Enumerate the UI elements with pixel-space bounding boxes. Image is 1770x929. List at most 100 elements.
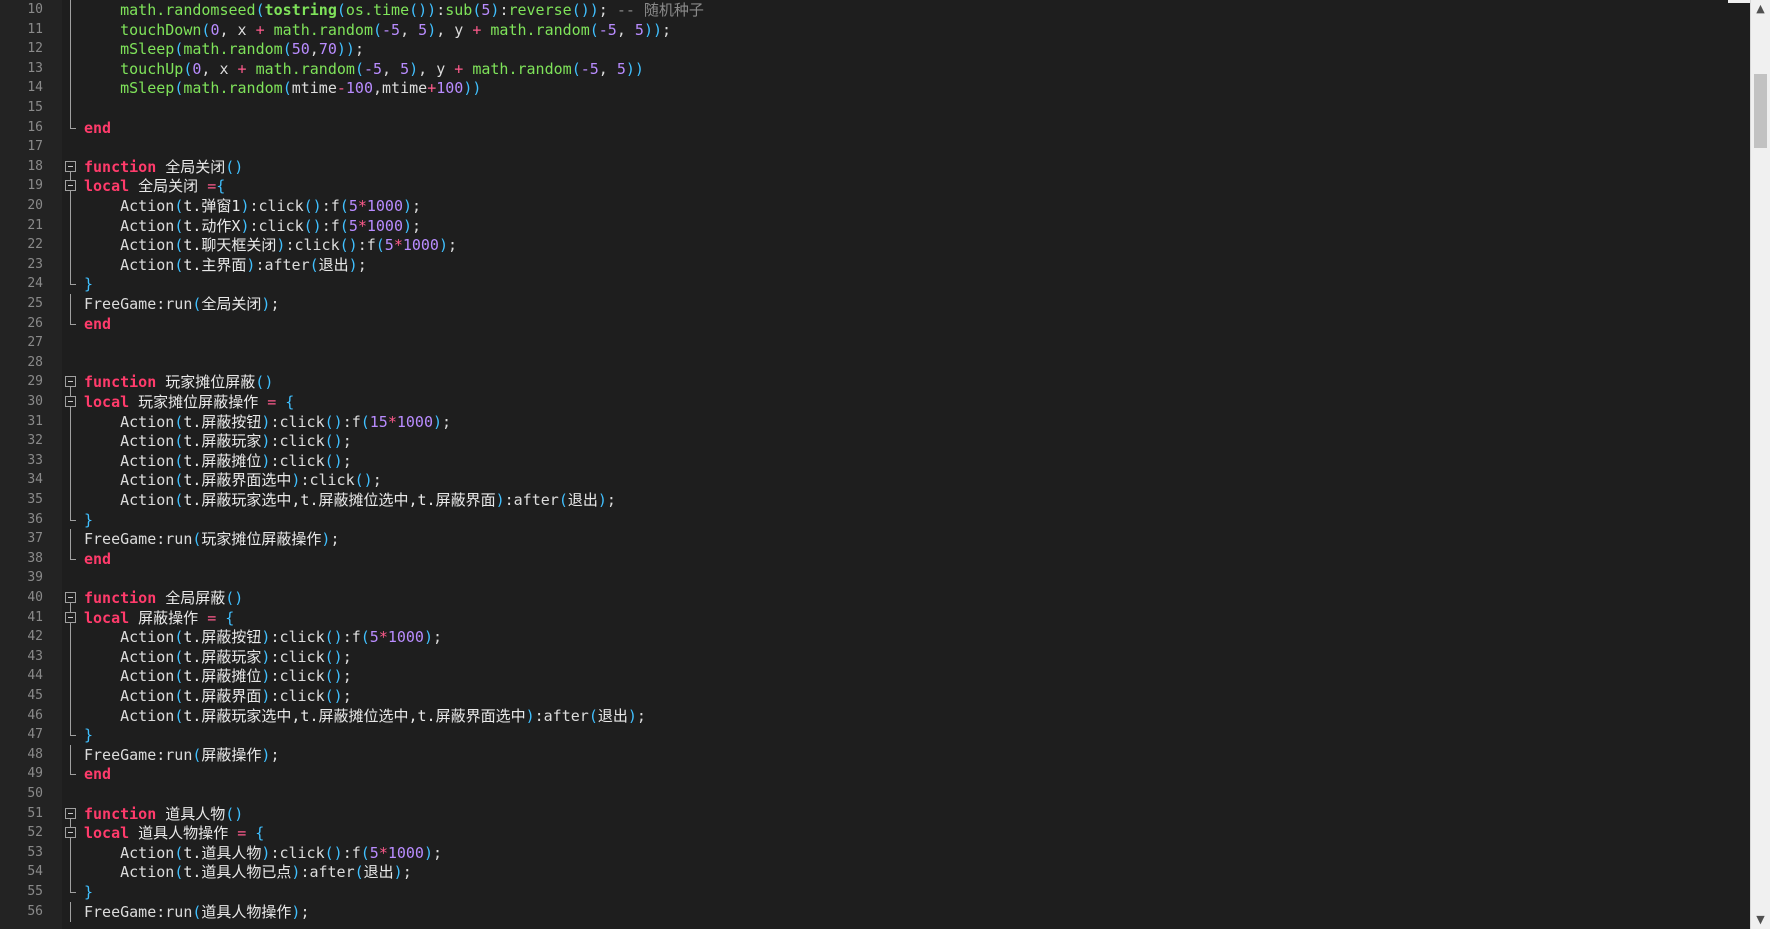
- code-text[interactable]: Action(t.屏蔽玩家):click();: [84, 647, 352, 667]
- code-line[interactable]: 55}: [0, 882, 1750, 902]
- code-line[interactable]: 33 Action(t.屏蔽摊位):click();: [0, 450, 1750, 471]
- scroll-up-arrow-icon[interactable]: ▲: [1751, 0, 1770, 18]
- code-line[interactable]: 13 touchUp(0, x + math.random(-5, 5), y …: [0, 58, 1750, 79]
- code-text[interactable]: function 全局关闭(): [84, 157, 243, 177]
- fold-collapse-icon[interactable]: [64, 176, 78, 197]
- code-text[interactable]: Action(t.屏蔽摊位):click();: [84, 666, 352, 686]
- code-text[interactable]: function 道具人物(): [84, 804, 243, 824]
- fold-collapse-icon[interactable]: [64, 588, 78, 608]
- code-text[interactable]: Action(t.屏蔽界面选中):click();: [84, 470, 382, 490]
- fold-collapse-icon[interactable]: [64, 804, 78, 824]
- code-text[interactable]: end: [84, 549, 111, 569]
- code-line[interactable]: 34 Action(t.屏蔽界面选中):click();: [0, 470, 1750, 491]
- code-line[interactable]: 41 local 屏蔽操作 = {: [0, 607, 1750, 628]
- code-line[interactable]: 10 math.randomseed(tostring(os.time()):s…: [0, 0, 1750, 20]
- code-text[interactable]: }: [84, 882, 93, 902]
- code-text[interactable]: FreeGame:run(道具人物操作);: [84, 902, 309, 922]
- code-line[interactable]: 54 Action(t.道具人物已点):after(退出);: [0, 862, 1750, 883]
- code-text[interactable]: local 屏蔽操作 = {: [84, 608, 234, 628]
- code-text[interactable]: Action(t.屏蔽界面):click();: [84, 686, 352, 706]
- vertical-scrollbar[interactable]: ▲ ▼: [1750, 0, 1770, 929]
- code-text[interactable]: FreeGame:run(全局关闭);: [84, 294, 279, 314]
- code-line[interactable]: 16 end: [0, 117, 1750, 138]
- fold-collapse-icon[interactable]: [64, 372, 78, 393]
- code-line[interactable]: 46 Action(t.屏蔽玩家选中,t.屏蔽摊位选中,t.屏蔽界面选中):af…: [0, 705, 1750, 726]
- code-text[interactable]: local 道具人物操作 = {: [84, 823, 264, 843]
- fold-collapse-icon[interactable]: [64, 392, 78, 412]
- code-text[interactable]: mSleep(math.random(mtime-100,mtime+100)): [84, 78, 481, 98]
- code-text[interactable]: Action(t.道具人物):click():f(5*1000);: [84, 843, 442, 863]
- code-editor[interactable]: 10 math.randomseed(tostring(os.time()):s…: [0, 0, 1770, 929]
- code-line[interactable]: 47}: [0, 725, 1750, 745]
- code-line[interactable]: 37 FreeGame:run(玩家摊位屏蔽操作);: [0, 529, 1750, 550]
- code-text[interactable]: Action(t.屏蔽按钮):click():f(5*1000);: [84, 627, 442, 647]
- code-line[interactable]: 17: [0, 137, 1750, 157]
- code-line[interactable]: 43 Action(t.屏蔽玩家):click();: [0, 646, 1750, 667]
- code-line[interactable]: 25 FreeGame:run(全局关闭);: [0, 294, 1750, 314]
- code-line[interactable]: 44 Action(t.屏蔽摊位):click();: [0, 666, 1750, 687]
- code-text[interactable]: Action(t.弹窗1):click():f(5*1000);: [84, 196, 421, 216]
- code-text[interactable]: touchDown(0, x + math.random(-5, 5), y +…: [84, 20, 671, 40]
- code-line[interactable]: 48 FreeGame:run(屏蔽操作);: [0, 744, 1750, 765]
- code-line[interactable]: 28: [0, 353, 1750, 373]
- code-text[interactable]: Action(t.动作X):click():f(5*1000);: [84, 216, 421, 236]
- code-text[interactable]: Action(t.屏蔽玩家选中,t.屏蔽摊位选中,t.屏蔽界面选中):after…: [84, 706, 646, 726]
- code-line[interactable]: 32 Action(t.屏蔽玩家):click();: [0, 431, 1750, 452]
- code-text[interactable]: math.randomseed(tostring(os.time()):sub(…: [84, 0, 704, 20]
- code-line[interactable]: 30 local 玩家摊位屏蔽操作 = {: [0, 392, 1750, 412]
- code-line[interactable]: 49 end: [0, 764, 1750, 784]
- code-line[interactable]: 56 FreeGame:run(道具人物操作);: [0, 901, 1750, 922]
- scrollbar-thumb[interactable]: [1754, 74, 1767, 149]
- code-text[interactable]: FreeGame:run(屏蔽操作);: [84, 745, 279, 765]
- code-line[interactable]: 36}: [0, 509, 1750, 530]
- code-text[interactable]: }: [84, 510, 93, 530]
- fold-collapse-icon[interactable]: [64, 157, 78, 177]
- code-line[interactable]: 29 function 玩家摊位屏蔽(): [0, 372, 1750, 393]
- code-line[interactable]: 15: [0, 98, 1750, 118]
- code-text[interactable]: Action(t.屏蔽按钮):click():f(15*1000);: [84, 412, 451, 432]
- code-line[interactable]: 39: [0, 568, 1750, 588]
- code-line[interactable]: 42 Action(t.屏蔽按钮):click():f(5*1000);: [0, 627, 1750, 648]
- code-text[interactable]: }: [84, 274, 93, 294]
- code-line[interactable]: 27: [0, 333, 1750, 353]
- code-line[interactable]: 51 function 道具人物(): [0, 804, 1750, 824]
- code-line[interactable]: 21 Action(t.动作X):click():f(5*1000);: [0, 215, 1750, 236]
- code-line[interactable]: 19 local 全局关闭 ={: [0, 176, 1750, 197]
- code-text[interactable]: function 玩家摊位屏蔽(): [84, 372, 273, 392]
- code-line[interactable]: 23 Action(t.主界面):after(退出);: [0, 254, 1750, 275]
- code-text[interactable]: }: [84, 725, 93, 745]
- code-line[interactable]: 45 Action(t.屏蔽界面):click();: [0, 686, 1750, 706]
- code-text[interactable]: end: [84, 118, 111, 138]
- code-line[interactable]: 12 mSleep(math.random(50,70));: [0, 39, 1750, 60]
- code-line[interactable]: 53 Action(t.道具人物):click():f(5*1000);: [0, 842, 1750, 863]
- code-line[interactable]: 50: [0, 784, 1750, 804]
- code-text[interactable]: Action(t.屏蔽玩家选中,t.屏蔽摊位选中,t.屏蔽界面):after(退…: [84, 490, 616, 510]
- code-text[interactable]: local 玩家摊位屏蔽操作 = {: [84, 392, 294, 412]
- code-line[interactable]: 35 Action(t.屏蔽玩家选中,t.屏蔽摊位选中,t.屏蔽界面):afte…: [0, 490, 1750, 510]
- code-text[interactable]: function 全局屏蔽(): [84, 588, 243, 608]
- fold-collapse-icon[interactable]: [64, 607, 78, 628]
- code-text[interactable]: local 全局关闭 ={: [84, 176, 225, 196]
- code-line[interactable]: 40 function 全局屏蔽(): [0, 588, 1750, 608]
- code-line[interactable]: 22 Action(t.聊天框关闭):click():f(5*1000);: [0, 235, 1750, 256]
- code-text[interactable]: mSleep(math.random(50,70));: [84, 39, 364, 59]
- code-text[interactable]: Action(t.屏蔽玩家):click();: [84, 431, 352, 451]
- code-line[interactable]: 18 function 全局关闭(): [0, 157, 1750, 177]
- code-text[interactable]: Action(t.道具人物已点):after(退出);: [84, 862, 412, 882]
- scroll-down-arrow-icon[interactable]: ▼: [1751, 911, 1770, 929]
- code-text[interactable]: touchUp(0, x + math.random(-5, 5), y + m…: [84, 59, 644, 79]
- code-text[interactable]: FreeGame:run(玩家摊位屏蔽操作);: [84, 529, 339, 549]
- code-text[interactable]: end: [84, 764, 111, 784]
- code-text[interactable]: Action(t.主界面):after(退出);: [84, 255, 367, 275]
- code-line[interactable]: 31 Action(t.屏蔽按钮):click():f(15*1000);: [0, 411, 1750, 432]
- fold-collapse-icon[interactable]: [64, 823, 78, 844]
- code-line[interactable]: 24}: [0, 274, 1750, 294]
- code-line[interactable]: 38 end: [0, 548, 1750, 569]
- code-line[interactable]: 11 touchDown(0, x + math.random(-5, 5), …: [0, 19, 1750, 40]
- code-line[interactable]: 26 end: [0, 313, 1750, 334]
- code-line[interactable]: 52 local 道具人物操作 = {: [0, 823, 1750, 844]
- code-text[interactable]: end: [84, 314, 111, 334]
- code-line[interactable]: 20 Action(t.弹窗1):click():f(5*1000);: [0, 196, 1750, 216]
- code-line[interactable]: 14 mSleep(math.random(mtime-100,mtime+10…: [0, 78, 1750, 99]
- code-text[interactable]: Action(t.屏蔽摊位):click();: [84, 451, 352, 471]
